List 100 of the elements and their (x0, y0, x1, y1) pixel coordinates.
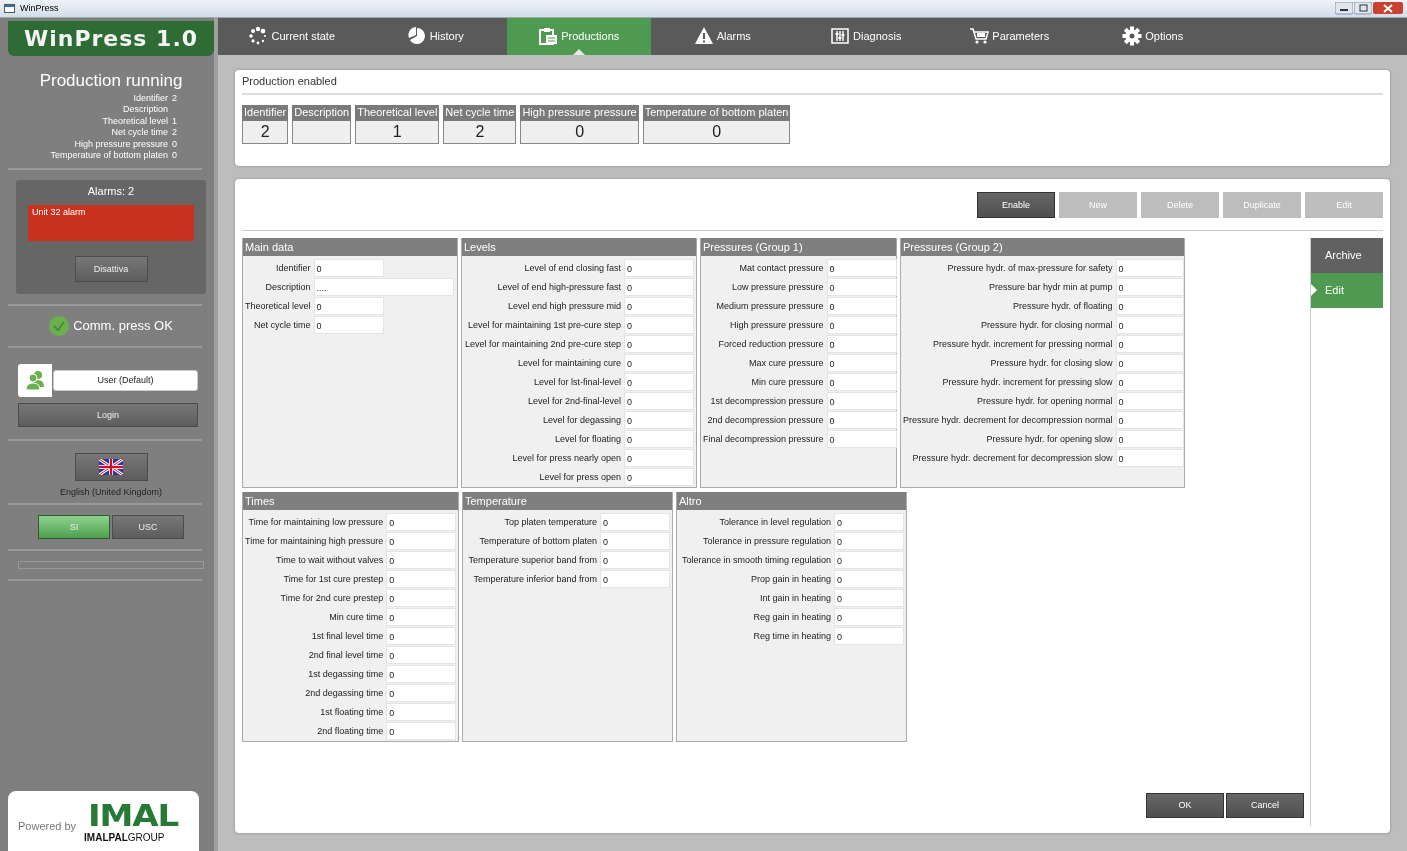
field-label: Identifier (275, 262, 311, 275)
input-field[interactable]: .... (313, 278, 454, 296)
input-field[interactable]: 0 (826, 316, 897, 334)
input-field[interactable]: 0 (386, 513, 457, 531)
input-field[interactable]: 0 (826, 354, 897, 372)
field-label: Level for press open (538, 471, 621, 484)
input-field[interactable]: 0 (624, 297, 694, 315)
input-field[interactable]: 0 (834, 608, 904, 626)
input-field[interactable]: 0 (313, 297, 384, 315)
login-button[interactable]: Login (18, 403, 198, 427)
input-field[interactable]: 0 (624, 335, 694, 353)
alarm-card[interactable]: Unit 32 alarm (28, 205, 194, 241)
input-field[interactable]: 0 (624, 316, 694, 334)
section-header: Pressures (Group 2) (901, 238, 1184, 256)
input-field[interactable]: 0 (386, 703, 457, 721)
field-label: High pressure pressure (729, 319, 824, 332)
input-field[interactable]: 0 (600, 551, 670, 569)
input-field[interactable]: 0 (834, 551, 904, 569)
column-header: Identifier (242, 105, 289, 121)
toolbar-button[interactable]: Enable (977, 192, 1055, 218)
field-label: Reg gain in heating (752, 611, 831, 624)
nav-tab[interactable]: Diagnosis (794, 18, 938, 55)
nav-tab[interactable]: History (363, 18, 507, 55)
input-field[interactable]: 0 (834, 532, 904, 550)
input-field[interactable]: 0 (1115, 297, 1184, 315)
field-label: Level for floating (553, 433, 621, 446)
input-field[interactable]: 0 (386, 570, 457, 588)
input-field[interactable]: 0 (834, 627, 904, 645)
input-field[interactable]: 0 (313, 316, 384, 334)
user-field[interactable]: User (Default) (53, 370, 198, 391)
field-label: Low pressure pressure (731, 281, 824, 294)
close-icon (1373, 2, 1403, 15)
input-field[interactable]: 0 (1115, 430, 1184, 448)
input-field[interactable]: 0 (600, 570, 670, 588)
nav-tab[interactable]: Alarms (650, 18, 794, 55)
unit-toggle[interactable]: USC (112, 515, 184, 539)
field-label: Tolerance in smooth timing regulation (680, 554, 831, 567)
input-field[interactable]: 0 (386, 532, 457, 550)
input-field[interactable]: 0 (826, 278, 897, 296)
input-field[interactable]: 0 (834, 570, 904, 588)
input-field[interactable]: 0 (624, 392, 694, 410)
language-button[interactable] (74, 453, 148, 481)
section-header: Altro (677, 492, 906, 510)
input-field[interactable]: 0 (1115, 354, 1184, 372)
nav-tab[interactable]: Parameters (937, 18, 1081, 55)
input-field[interactable]: 0 (624, 354, 694, 372)
side-tab[interactable]: Archive (1311, 238, 1383, 273)
input-field[interactable]: 0 (624, 430, 694, 448)
input-field[interactable]: 0 (624, 278, 694, 296)
field-label: Theoretical level (245, 300, 311, 313)
input-field[interactable]: 0 (1115, 449, 1184, 467)
input-field[interactable]: 0 (826, 259, 897, 277)
input-field[interactable]: 0 (624, 259, 694, 277)
input-field[interactable]: 0 (1115, 411, 1184, 429)
input-field[interactable]: 0 (826, 335, 897, 353)
input-field[interactable]: 0 (1115, 392, 1184, 410)
input-field[interactable]: 0 (386, 665, 457, 683)
input-field[interactable]: 0 (313, 259, 384, 277)
input-field[interactable]: 0 (826, 411, 897, 429)
input-field[interactable]: 0 (1115, 259, 1184, 277)
input-field[interactable]: 0 (1115, 335, 1184, 353)
input-field[interactable]: 0 (834, 589, 904, 607)
field-label: 2nd final level time (307, 649, 384, 662)
input-field[interactable]: 0 (826, 392, 897, 410)
field-label: Time to wait without valves (275, 554, 384, 567)
input-field[interactable]: 0 (386, 589, 457, 607)
input-field[interactable]: 0 (386, 551, 457, 569)
input-field[interactable]: 0 (386, 684, 457, 702)
nav-tab[interactable]: Current state (220, 18, 364, 55)
input-field[interactable]: 0 (600, 532, 670, 550)
input-field[interactable]: 0 (834, 513, 904, 531)
language-label: English (United Kingdom) (58, 487, 164, 497)
input-field[interactable]: 0 (826, 297, 897, 315)
input-field[interactable]: 0 (1115, 316, 1184, 334)
field-label: Time for 1st cure prestep (282, 573, 384, 586)
summary-label: High pressure pressure (73, 139, 168, 151)
input-field[interactable]: 0 (386, 627, 457, 645)
field-label: Level for maintaining 1st pre-cure step (466, 319, 621, 332)
powered-by-label: Powered by (18, 820, 77, 832)
nav-tab[interactable]: Options (1081, 18, 1225, 55)
input-field[interactable]: 0 (624, 411, 694, 429)
input-field[interactable]: 0 (600, 513, 670, 531)
input-field[interactable]: 0 (1115, 278, 1184, 296)
input-field[interactable]: 0 (624, 449, 694, 467)
input-field[interactable]: 0 (386, 608, 457, 626)
input-field[interactable]: 0 (386, 722, 457, 740)
input-field[interactable]: 0 (1115, 373, 1184, 391)
input-field[interactable]: 0 (826, 373, 897, 391)
input-field[interactable]: 0 (624, 373, 694, 391)
field-label: Prop gain in heating (749, 573, 831, 586)
input-field[interactable]: 0 (826, 430, 897, 448)
input-field[interactable]: 0 (386, 646, 457, 664)
summary-value: 1 (172, 116, 177, 128)
field-label: Min cure pressure (750, 376, 824, 389)
summary-value: 2 (172, 93, 177, 105)
dialog-button[interactable]: Cancel (1226, 793, 1304, 818)
clipboard-icon (538, 26, 559, 47)
deactivate-button[interactable]: Disattiva (74, 256, 148, 282)
dialog-button[interactable]: OK (1146, 793, 1224, 818)
input-field[interactable]: 0 (624, 468, 694, 486)
